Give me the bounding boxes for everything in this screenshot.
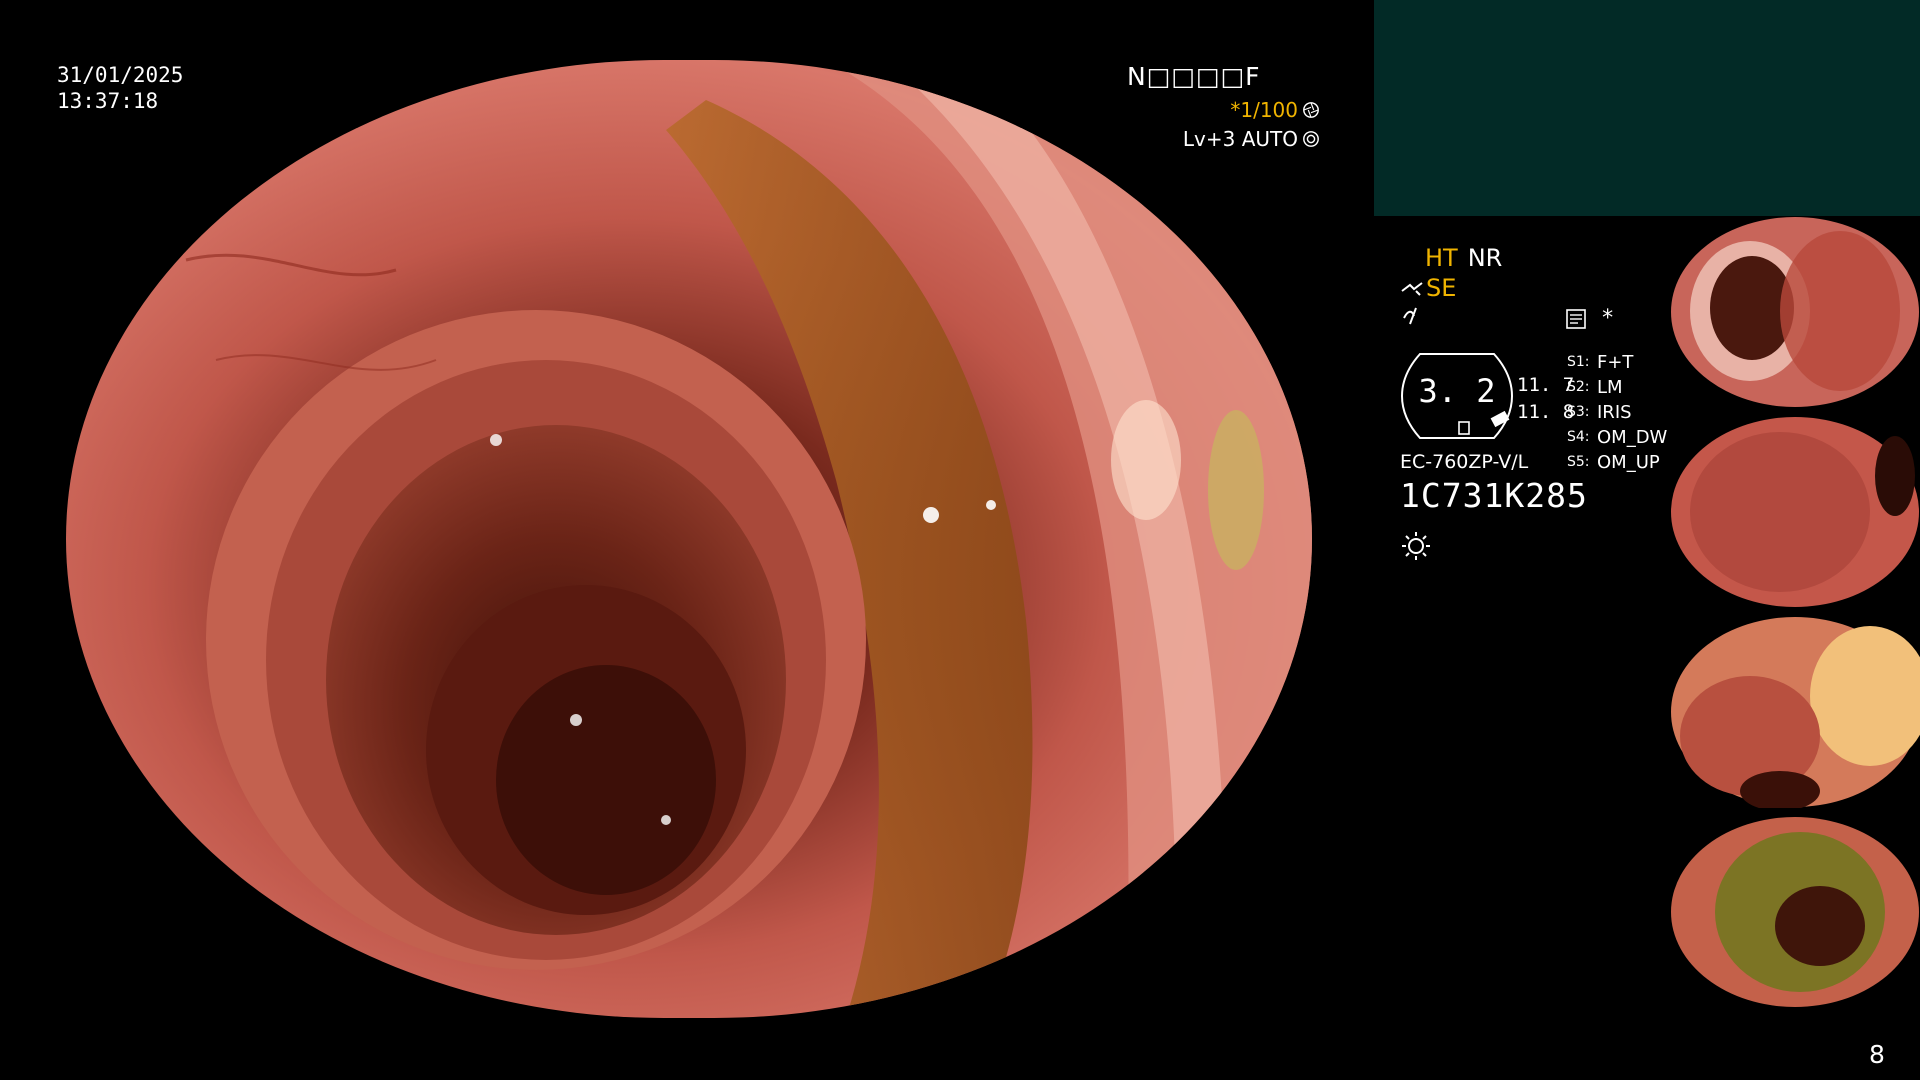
patient-id: N□□□□F <box>1127 62 1261 91</box>
brightness-level: Lv+3 AUTO <box>1183 127 1320 151</box>
level-label: Lv+3 AUTO <box>1182 127 1298 151</box>
thumbnail-3[interactable] <box>1670 616 1920 808</box>
nr-label: NR <box>1467 244 1503 272</box>
switch-s3: S3: IRIS <box>1567 402 1632 423</box>
scope-tip-icon <box>1401 282 1423 296</box>
scope-serial: 1C731K285 <box>1400 476 1588 515</box>
thumbnail-2-image <box>1671 417 1919 607</box>
switch-s1: S1: F+T <box>1567 352 1634 373</box>
scope-switches: S1: F+T S2: LM S3: IRIS S4: OM_DW S5: OM… <box>1567 350 1667 475</box>
thumbnail-4-image <box>1671 817 1919 1007</box>
thumbnail-3-image <box>1671 617 1920 808</box>
sun-icon <box>1402 532 1430 560</box>
enhancement-values: 11. 7 11. 8 <box>1517 372 1574 426</box>
ht-nr-row: HT NR <box>1425 244 1502 272</box>
switch-s4: S4: OM_DW <box>1567 427 1668 448</box>
wave-row <box>1402 304 1424 326</box>
endoscopy-screen: 31/01/2025 13:37:18 N□□□□F *1/100 Lv+3 A… <box>0 0 1920 1080</box>
shutter-speed: *1/100 <box>1230 98 1320 122</box>
wave-icon <box>1403 307 1417 325</box>
switch-s2: S2: LM <box>1567 377 1623 398</box>
thumbnail-2[interactable] <box>1670 416 1920 608</box>
memo-star: * <box>1601 306 1615 331</box>
ht-label: HT <box>1425 244 1458 272</box>
memo-indicator: * <box>1565 306 1614 331</box>
time-label: 13:37:18 <box>57 89 159 113</box>
page-number: 8 <box>1869 1040 1885 1069</box>
capture-thumbnails <box>1670 216 1920 1016</box>
thumbnail-1-image <box>1671 217 1919 407</box>
info-panel-header <box>1374 0 1920 216</box>
enhancement-value-2: 11. 8 <box>1517 401 1575 423</box>
enhancement-value-1: 11. 7 <box>1517 374 1575 396</box>
se-row: SE <box>1400 274 1456 302</box>
aperture-icon <box>1303 102 1319 118</box>
se-label: SE <box>1426 274 1457 302</box>
shutter-label: *1/100 <box>1230 98 1298 122</box>
switch-s5: S5: OM_UP <box>1567 452 1660 473</box>
thumbnail-1[interactable] <box>1670 216 1920 408</box>
colon-image <box>66 60 1312 1018</box>
structure-enhancement-value: 3. 2 <box>1418 372 1496 410</box>
structure-enhancement-badge: 3. 2 <box>1400 350 1514 442</box>
scope-model: EC-760ZP-V/L <box>1400 451 1529 473</box>
target-icon <box>1303 131 1319 147</box>
date-label: 31/01/2025 <box>57 63 184 87</box>
memo-icon <box>1566 308 1586 329</box>
timestamp: 31/01/2025 13:37:18 <box>57 62 183 114</box>
endoscope-main-view <box>66 60 1312 1018</box>
thumbnail-4[interactable] <box>1670 816 1920 1008</box>
